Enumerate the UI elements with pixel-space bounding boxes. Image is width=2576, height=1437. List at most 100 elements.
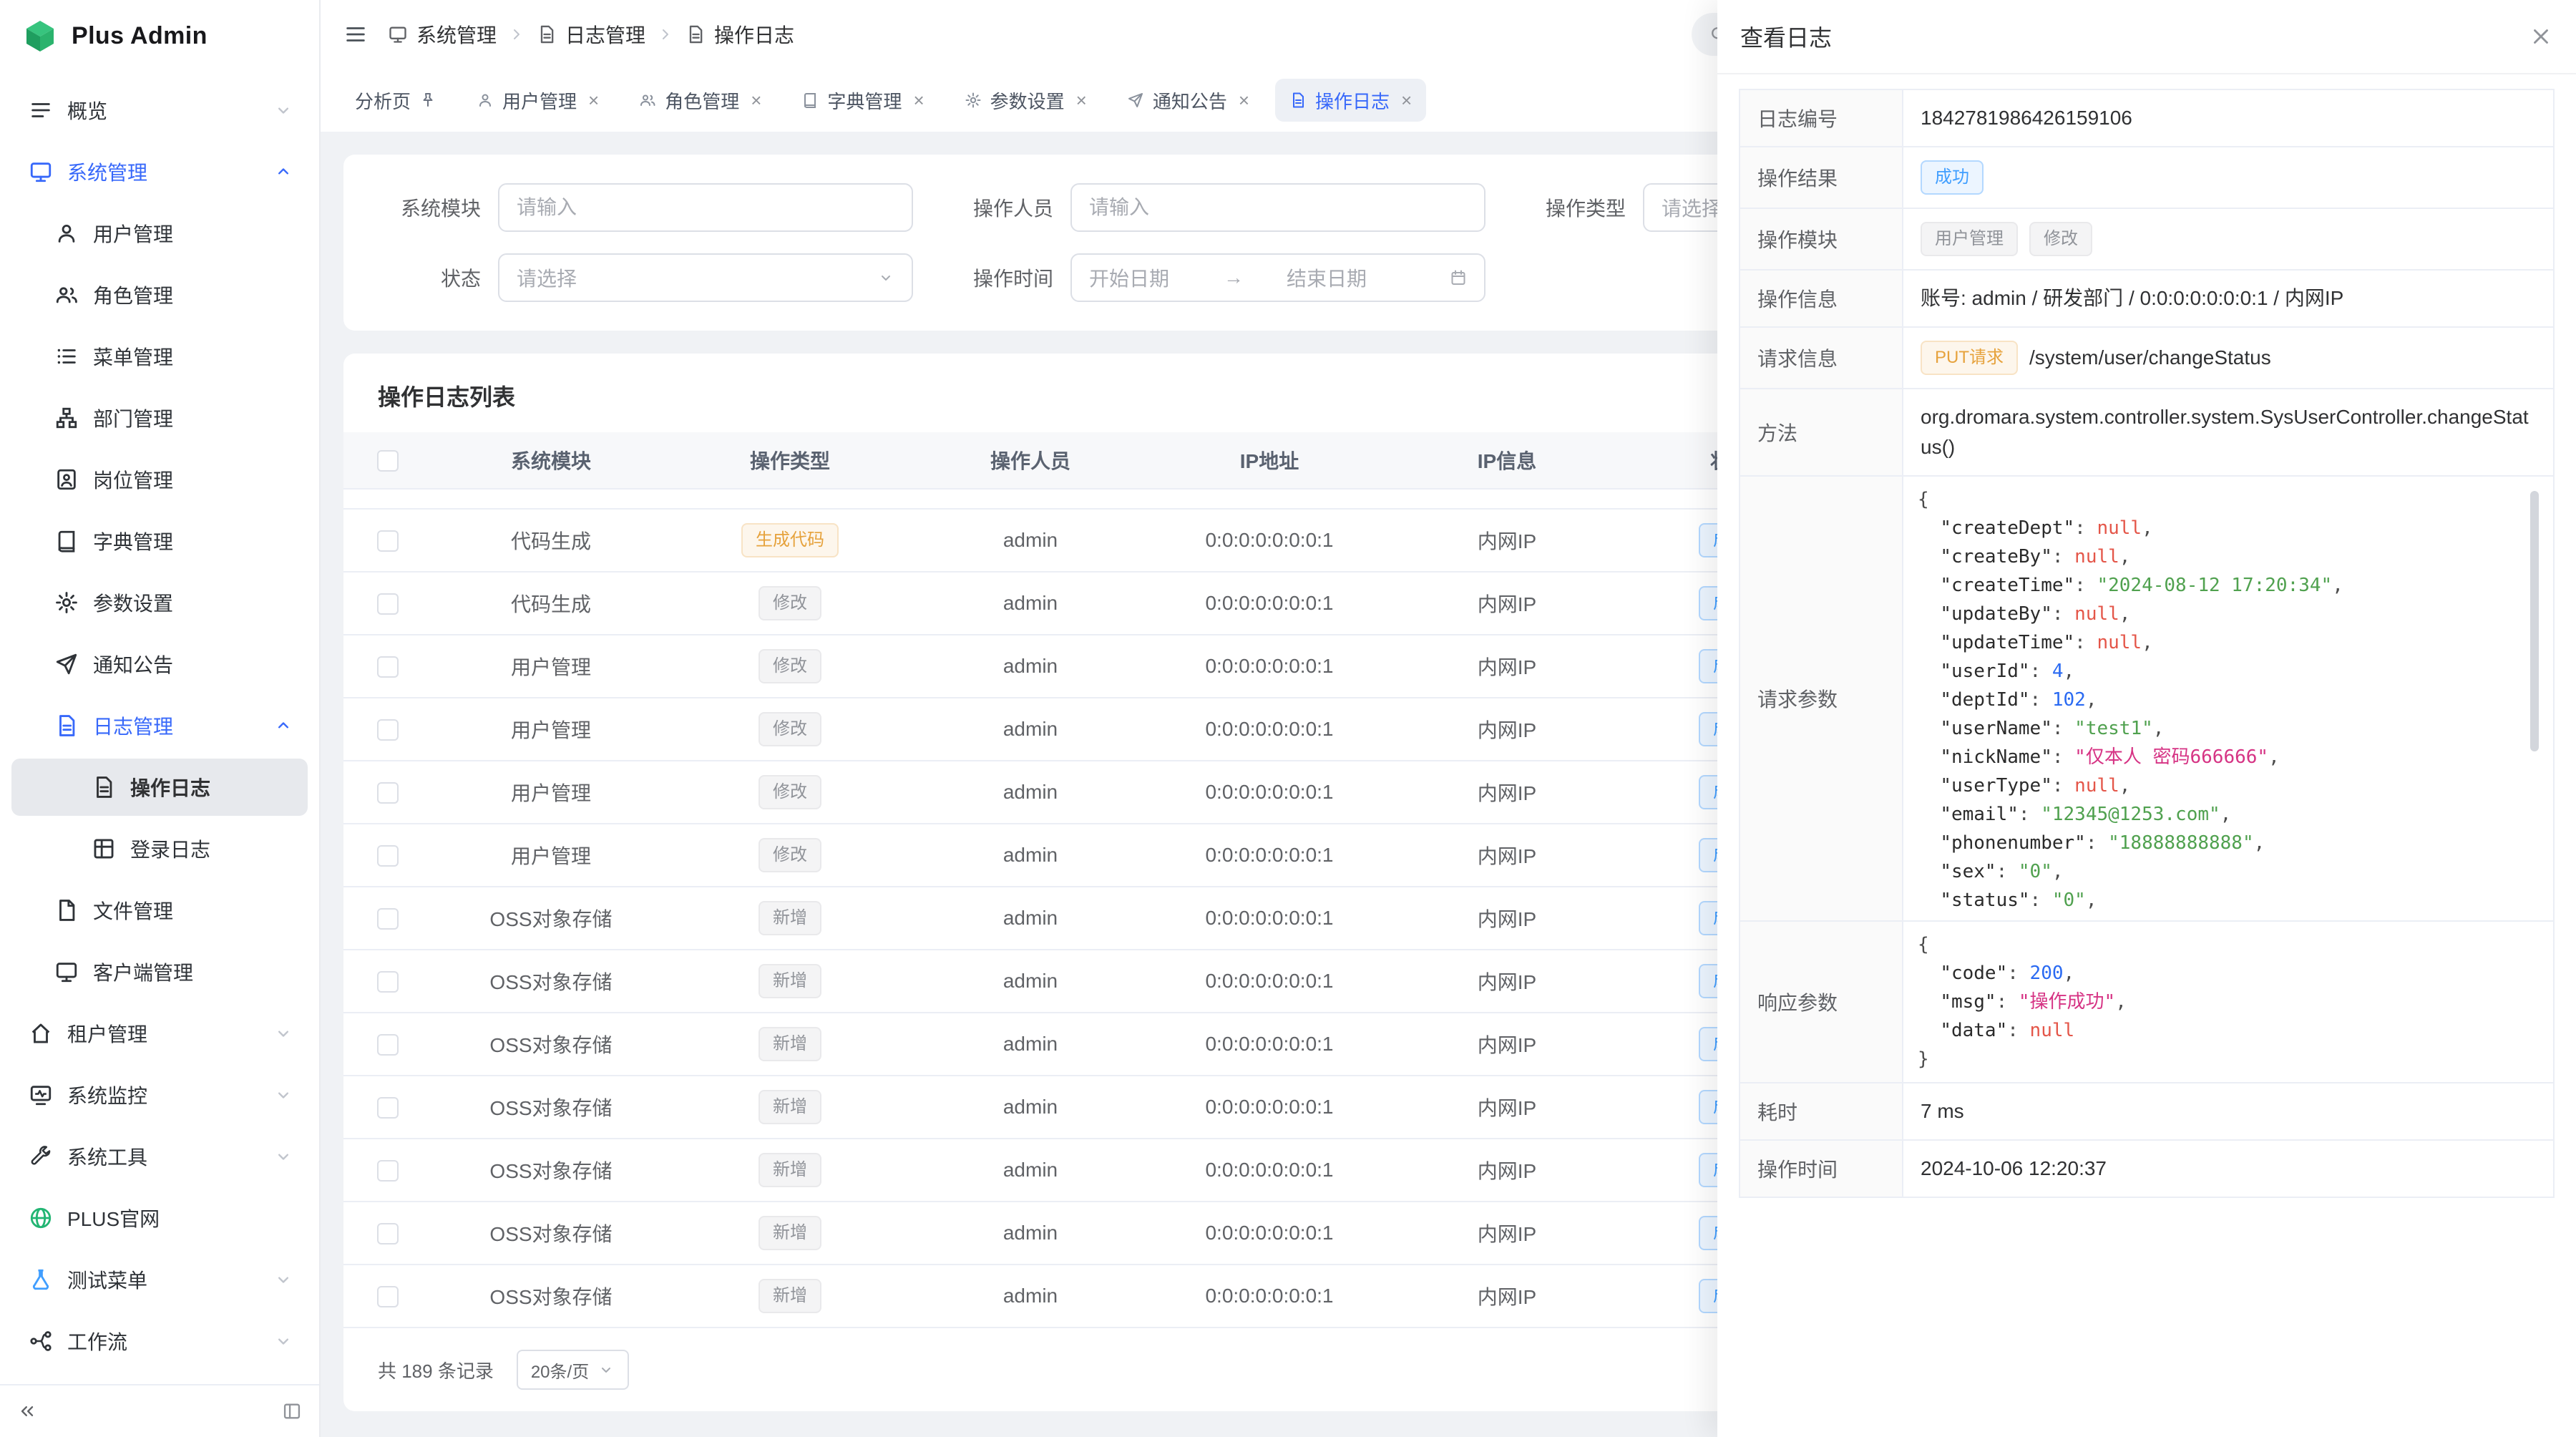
- response-params-json[interactable]: { "code": 200, "msg": "操作成功", "data": nu…: [1918, 930, 2539, 1073]
- column-header-ip: IP地址: [1151, 446, 1388, 474]
- sidebar-item-notice[interactable]: 通知公告: [11, 635, 308, 693]
- sidebar-item-log-mgmt[interactable]: 日志管理: [11, 697, 308, 754]
- scrollbar-thumb[interactable]: [2530, 491, 2539, 751]
- close-tab-icon[interactable]: ×: [588, 91, 599, 109]
- close-tab-icon[interactable]: ×: [1239, 91, 1249, 109]
- filter-label-operator: 操作人员: [950, 193, 1053, 222]
- tab-dict-mgmt[interactable]: 字典管理 ×: [787, 79, 938, 122]
- tab-role-mgmt[interactable]: 角色管理 ×: [625, 79, 776, 122]
- row-checkbox[interactable]: [343, 1285, 432, 1308]
- row-checkbox[interactable]: [343, 1159, 432, 1182]
- sidebar-item-label: 租户管理: [67, 1019, 147, 1048]
- breadcrumb-separator: [657, 26, 674, 43]
- cell-ip-info: 内网IP: [1388, 1093, 1626, 1121]
- row-checkbox[interactable]: [343, 1033, 432, 1056]
- request-params-json[interactable]: { "createDept": null, "createBy": null, …: [1918, 482, 2539, 915]
- sidebar-item-dept-mgmt[interactable]: 部门管理: [11, 389, 308, 447]
- row-checkbox[interactable]: [343, 592, 432, 615]
- breadcrumb: 系统管理 日志管理 操作日志: [388, 20, 794, 49]
- page-size-select[interactable]: 20条/页: [517, 1350, 629, 1390]
- sidebar-item-tenant-mgmt[interactable]: 租户管理: [11, 1005, 308, 1062]
- sidebar-item-overview[interactable]: 概览: [11, 82, 308, 139]
- sidebar-item-label: 通知公告: [93, 650, 173, 678]
- sidebar-item-post-mgmt[interactable]: 岗位管理: [11, 451, 308, 508]
- row-checkbox[interactable]: [343, 655, 432, 678]
- detail-label: 操作结果: [1740, 147, 1903, 208]
- close-tab-icon[interactable]: ×: [1076, 91, 1087, 109]
- close-tab-icon[interactable]: ×: [751, 91, 761, 109]
- collapse-sidebar-icon[interactable]: [17, 1401, 37, 1421]
- sidebar-item-param-settings[interactable]: 参数设置: [11, 574, 308, 631]
- pin-icon[interactable]: [419, 92, 436, 109]
- total-records: 共 189 条记录: [378, 1357, 494, 1383]
- tab-label: 通知公告: [1153, 87, 1227, 114]
- row-checkbox[interactable]: [343, 529, 432, 552]
- cell-ip: 0:0:0:0:0:0:0:1: [1151, 718, 1388, 741]
- sidebar-item-system-monitor[interactable]: 系统监控: [11, 1066, 308, 1124]
- module-input[interactable]: [498, 183, 913, 232]
- date-end-placeholder: 结束日期: [1287, 263, 1367, 292]
- cell-ip-info: 内网IP: [1388, 1219, 1626, 1247]
- detail-label: 操作模块: [1740, 208, 1903, 270]
- sidebar-item-dict-mgmt[interactable]: 字典管理: [11, 512, 308, 570]
- row-checkbox[interactable]: [343, 718, 432, 741]
- tab-user-mgmt[interactable]: 用户管理 ×: [462, 79, 613, 122]
- sidebar-item-workflow[interactable]: 工作流: [11, 1312, 308, 1370]
- cell-ip-info: 内网IP: [1388, 841, 1626, 869]
- hamburger-menu-icon[interactable]: [343, 22, 368, 47]
- cell-module: OSS对象存储: [432, 904, 670, 932]
- sidebar-item-login-log[interactable]: 登录日志: [11, 820, 308, 877]
- book-icon: [54, 529, 79, 553]
- sidebar-item-file-mgmt[interactable]: 文件管理: [11, 882, 308, 939]
- row-checkbox[interactable]: [343, 781, 432, 804]
- close-tab-icon[interactable]: ×: [1401, 91, 1412, 109]
- cell-operator: admin: [910, 1033, 1151, 1056]
- tab-analysis[interactable]: 分析页: [341, 79, 451, 122]
- document-icon: [1289, 92, 1307, 109]
- sidebar-item-plus-website[interactable]: PLUS官网: [11, 1189, 308, 1247]
- chevron-down-icon: [273, 1146, 293, 1166]
- workflow-icon: [29, 1329, 53, 1353]
- sidebar-item-menu-mgmt[interactable]: 菜单管理: [11, 328, 308, 385]
- tab-label: 用户管理: [502, 87, 577, 114]
- row-checkbox[interactable]: [343, 970, 432, 993]
- cell-op-type: 修改: [670, 586, 910, 620]
- view-log-drawer: 查看日志 日志编号 1842781986426159106 操作结果 成功 操作…: [1717, 0, 2576, 1437]
- row-checkbox[interactable]: [343, 1096, 432, 1119]
- detail-row-module: 操作模块 用户管理 修改: [1740, 208, 2554, 270]
- tab-notice[interactable]: 通知公告 ×: [1113, 79, 1264, 122]
- detail-label: 请求信息: [1740, 327, 1903, 389]
- status-select[interactable]: 请选择: [498, 253, 913, 302]
- detail-row-log-id: 日志编号 1842781986426159106: [1740, 89, 2554, 147]
- date-range-picker[interactable]: 开始日期 → 结束日期: [1070, 253, 1485, 302]
- sidebar-item-operation-log[interactable]: 操作日志: [11, 759, 308, 816]
- operator-input[interactable]: [1070, 183, 1485, 232]
- row-checkbox[interactable]: [343, 844, 432, 867]
- sidebar-item-label: 系统监控: [67, 1081, 147, 1109]
- users-icon: [639, 92, 656, 109]
- cell-module: OSS对象存储: [432, 1030, 670, 1058]
- breadcrumb-item[interactable]: 日志管理: [537, 20, 645, 49]
- sidebar-item-user-mgmt[interactable]: 用户管理: [11, 205, 308, 262]
- breadcrumb-item[interactable]: 系统管理: [388, 20, 497, 49]
- chevron-down-icon: [273, 1085, 293, 1105]
- sidebar-item-system-mgmt[interactable]: 系统管理: [11, 143, 308, 200]
- sidebar-item-role-mgmt[interactable]: 角色管理: [11, 266, 308, 323]
- sidebar-item-client-mgmt[interactable]: 客户端管理: [11, 943, 308, 1000]
- layout-toggle-icon[interactable]: [282, 1401, 302, 1421]
- tab-operation-log[interactable]: 操作日志 ×: [1275, 79, 1426, 122]
- sidebar-item-label: PLUS官网: [67, 1204, 160, 1232]
- row-checkbox[interactable]: [343, 907, 432, 930]
- close-icon[interactable]: [2529, 24, 2553, 49]
- tab-param-settings[interactable]: 参数设置 ×: [950, 79, 1101, 122]
- row-checkbox[interactable]: [343, 1222, 432, 1245]
- sidebar-item-test-menu[interactable]: 测试菜单: [11, 1251, 308, 1308]
- cell-ip-info: 内网IP: [1388, 652, 1626, 681]
- cost-value: 7 ms: [1903, 1083, 2554, 1140]
- status-badge: 成功: [1921, 160, 1984, 195]
- select-all-checkbox[interactable]: [343, 449, 432, 472]
- close-tab-icon[interactable]: ×: [913, 91, 924, 109]
- sidebar-item-system-tools[interactable]: 系统工具: [11, 1128, 308, 1185]
- breadcrumb-item[interactable]: 操作日志: [686, 20, 794, 49]
- brand-logo[interactable]: Plus Admin: [0, 0, 319, 72]
